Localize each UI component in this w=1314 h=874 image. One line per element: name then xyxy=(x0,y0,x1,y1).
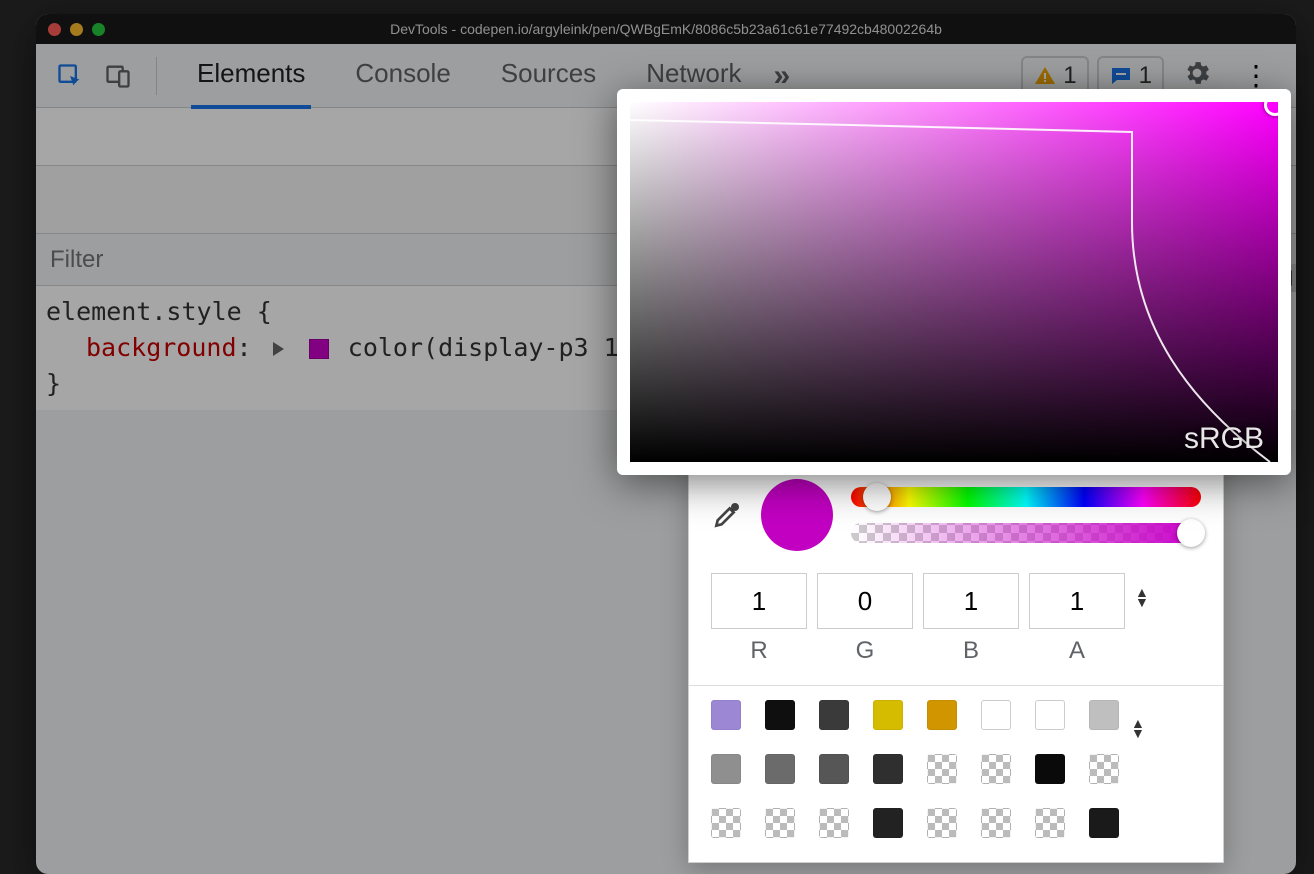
color-spectrum[interactable]: sRGB xyxy=(630,102,1278,462)
messages-count: 1 xyxy=(1139,62,1152,90)
alpha-slider[interactable] xyxy=(851,523,1201,543)
palette-swatch[interactable] xyxy=(765,700,795,730)
hue-thumb[interactable] xyxy=(863,483,891,511)
css-property-name[interactable]: background xyxy=(86,333,237,362)
channel-a-label: A xyxy=(1069,637,1085,665)
current-color-swatch xyxy=(761,479,833,551)
palette-swatch[interactable] xyxy=(819,754,849,784)
settings-button[interactable] xyxy=(1172,58,1222,93)
palette-swatch[interactable] xyxy=(711,700,741,730)
palette-swatch[interactable] xyxy=(819,808,849,838)
tab-elements[interactable]: Elements xyxy=(191,42,311,109)
channel-r-input[interactable] xyxy=(711,573,807,629)
spectrum-cursor[interactable] xyxy=(1264,102,1278,116)
palette-swatch[interactable] xyxy=(819,700,849,730)
palette-swatch[interactable] xyxy=(981,754,1011,784)
channel-inputs: R G B A ▲ ▼ xyxy=(711,573,1201,665)
palette-swatch[interactable] xyxy=(1035,700,1065,730)
issues-count: 1 xyxy=(1063,62,1076,90)
palette-swatch[interactable] xyxy=(765,808,795,838)
color-swatch-icon[interactable] xyxy=(309,339,329,359)
palette-swatch[interactable] xyxy=(765,754,795,784)
palette-swatch[interactable] xyxy=(927,700,957,730)
palette-swatch[interactable] xyxy=(927,808,957,838)
palette-swatch[interactable] xyxy=(1089,808,1119,838)
inspect-element-button[interactable] xyxy=(50,56,90,96)
hue-slider[interactable] xyxy=(851,487,1201,507)
channel-b-label: B xyxy=(963,637,979,665)
palette-toggle-button[interactable]: ▲ ▼ xyxy=(1131,704,1145,738)
palette-swatch[interactable] xyxy=(1089,700,1119,730)
window-title: DevTools - codepen.io/argyleink/pen/QWBg… xyxy=(36,21,1296,37)
palette-swatches xyxy=(711,700,1119,844)
device-toolbar-button[interactable] xyxy=(98,56,138,96)
eyedropper-button[interactable] xyxy=(711,499,743,531)
alpha-thumb[interactable] xyxy=(1177,519,1205,547)
palette-swatch[interactable] xyxy=(873,754,903,784)
maximize-window-button[interactable] xyxy=(92,23,105,36)
palette-swatch[interactable] xyxy=(1035,808,1065,838)
format-toggle-button[interactable]: ▲ ▼ xyxy=(1135,573,1149,607)
spectrum-highlight: sRGB xyxy=(617,89,1291,475)
minimize-window-button[interactable] xyxy=(70,23,83,36)
palette-swatch[interactable] xyxy=(711,754,741,784)
palette-swatch[interactable] xyxy=(873,700,903,730)
palette-swatch[interactable] xyxy=(1035,754,1065,784)
palette-swatch[interactable] xyxy=(1089,754,1119,784)
channel-g-label: G xyxy=(856,637,875,665)
expand-value-icon[interactable] xyxy=(273,342,284,356)
channel-r-label: R xyxy=(750,637,767,665)
palette-swatch[interactable] xyxy=(927,754,957,784)
palette-swatch[interactable] xyxy=(711,808,741,838)
palette-swatch[interactable] xyxy=(873,808,903,838)
divider xyxy=(156,57,157,95)
palette-swatch[interactable] xyxy=(981,808,1011,838)
window-controls xyxy=(48,23,105,36)
channel-a-input[interactable] xyxy=(1029,573,1125,629)
titlebar: DevTools - codepen.io/argyleink/pen/QWBg… xyxy=(36,14,1296,44)
channel-g-input[interactable] xyxy=(817,573,913,629)
css-property-value[interactable]: color(display-p3 1 0 xyxy=(348,333,649,362)
tab-sources[interactable]: Sources xyxy=(495,42,602,109)
more-tabs-button[interactable]: » xyxy=(756,59,809,93)
chevron-down-icon: ▼ xyxy=(1135,597,1149,607)
palette-swatch[interactable] xyxy=(981,700,1011,730)
more-options-button[interactable]: ⋮ xyxy=(1230,71,1282,81)
close-window-button[interactable] xyxy=(48,23,61,36)
chevron-down-icon: ▼ xyxy=(1131,728,1145,738)
channel-b-input[interactable] xyxy=(923,573,1019,629)
gamut-label: sRGB xyxy=(1184,422,1264,456)
tab-console[interactable]: Console xyxy=(349,42,456,109)
